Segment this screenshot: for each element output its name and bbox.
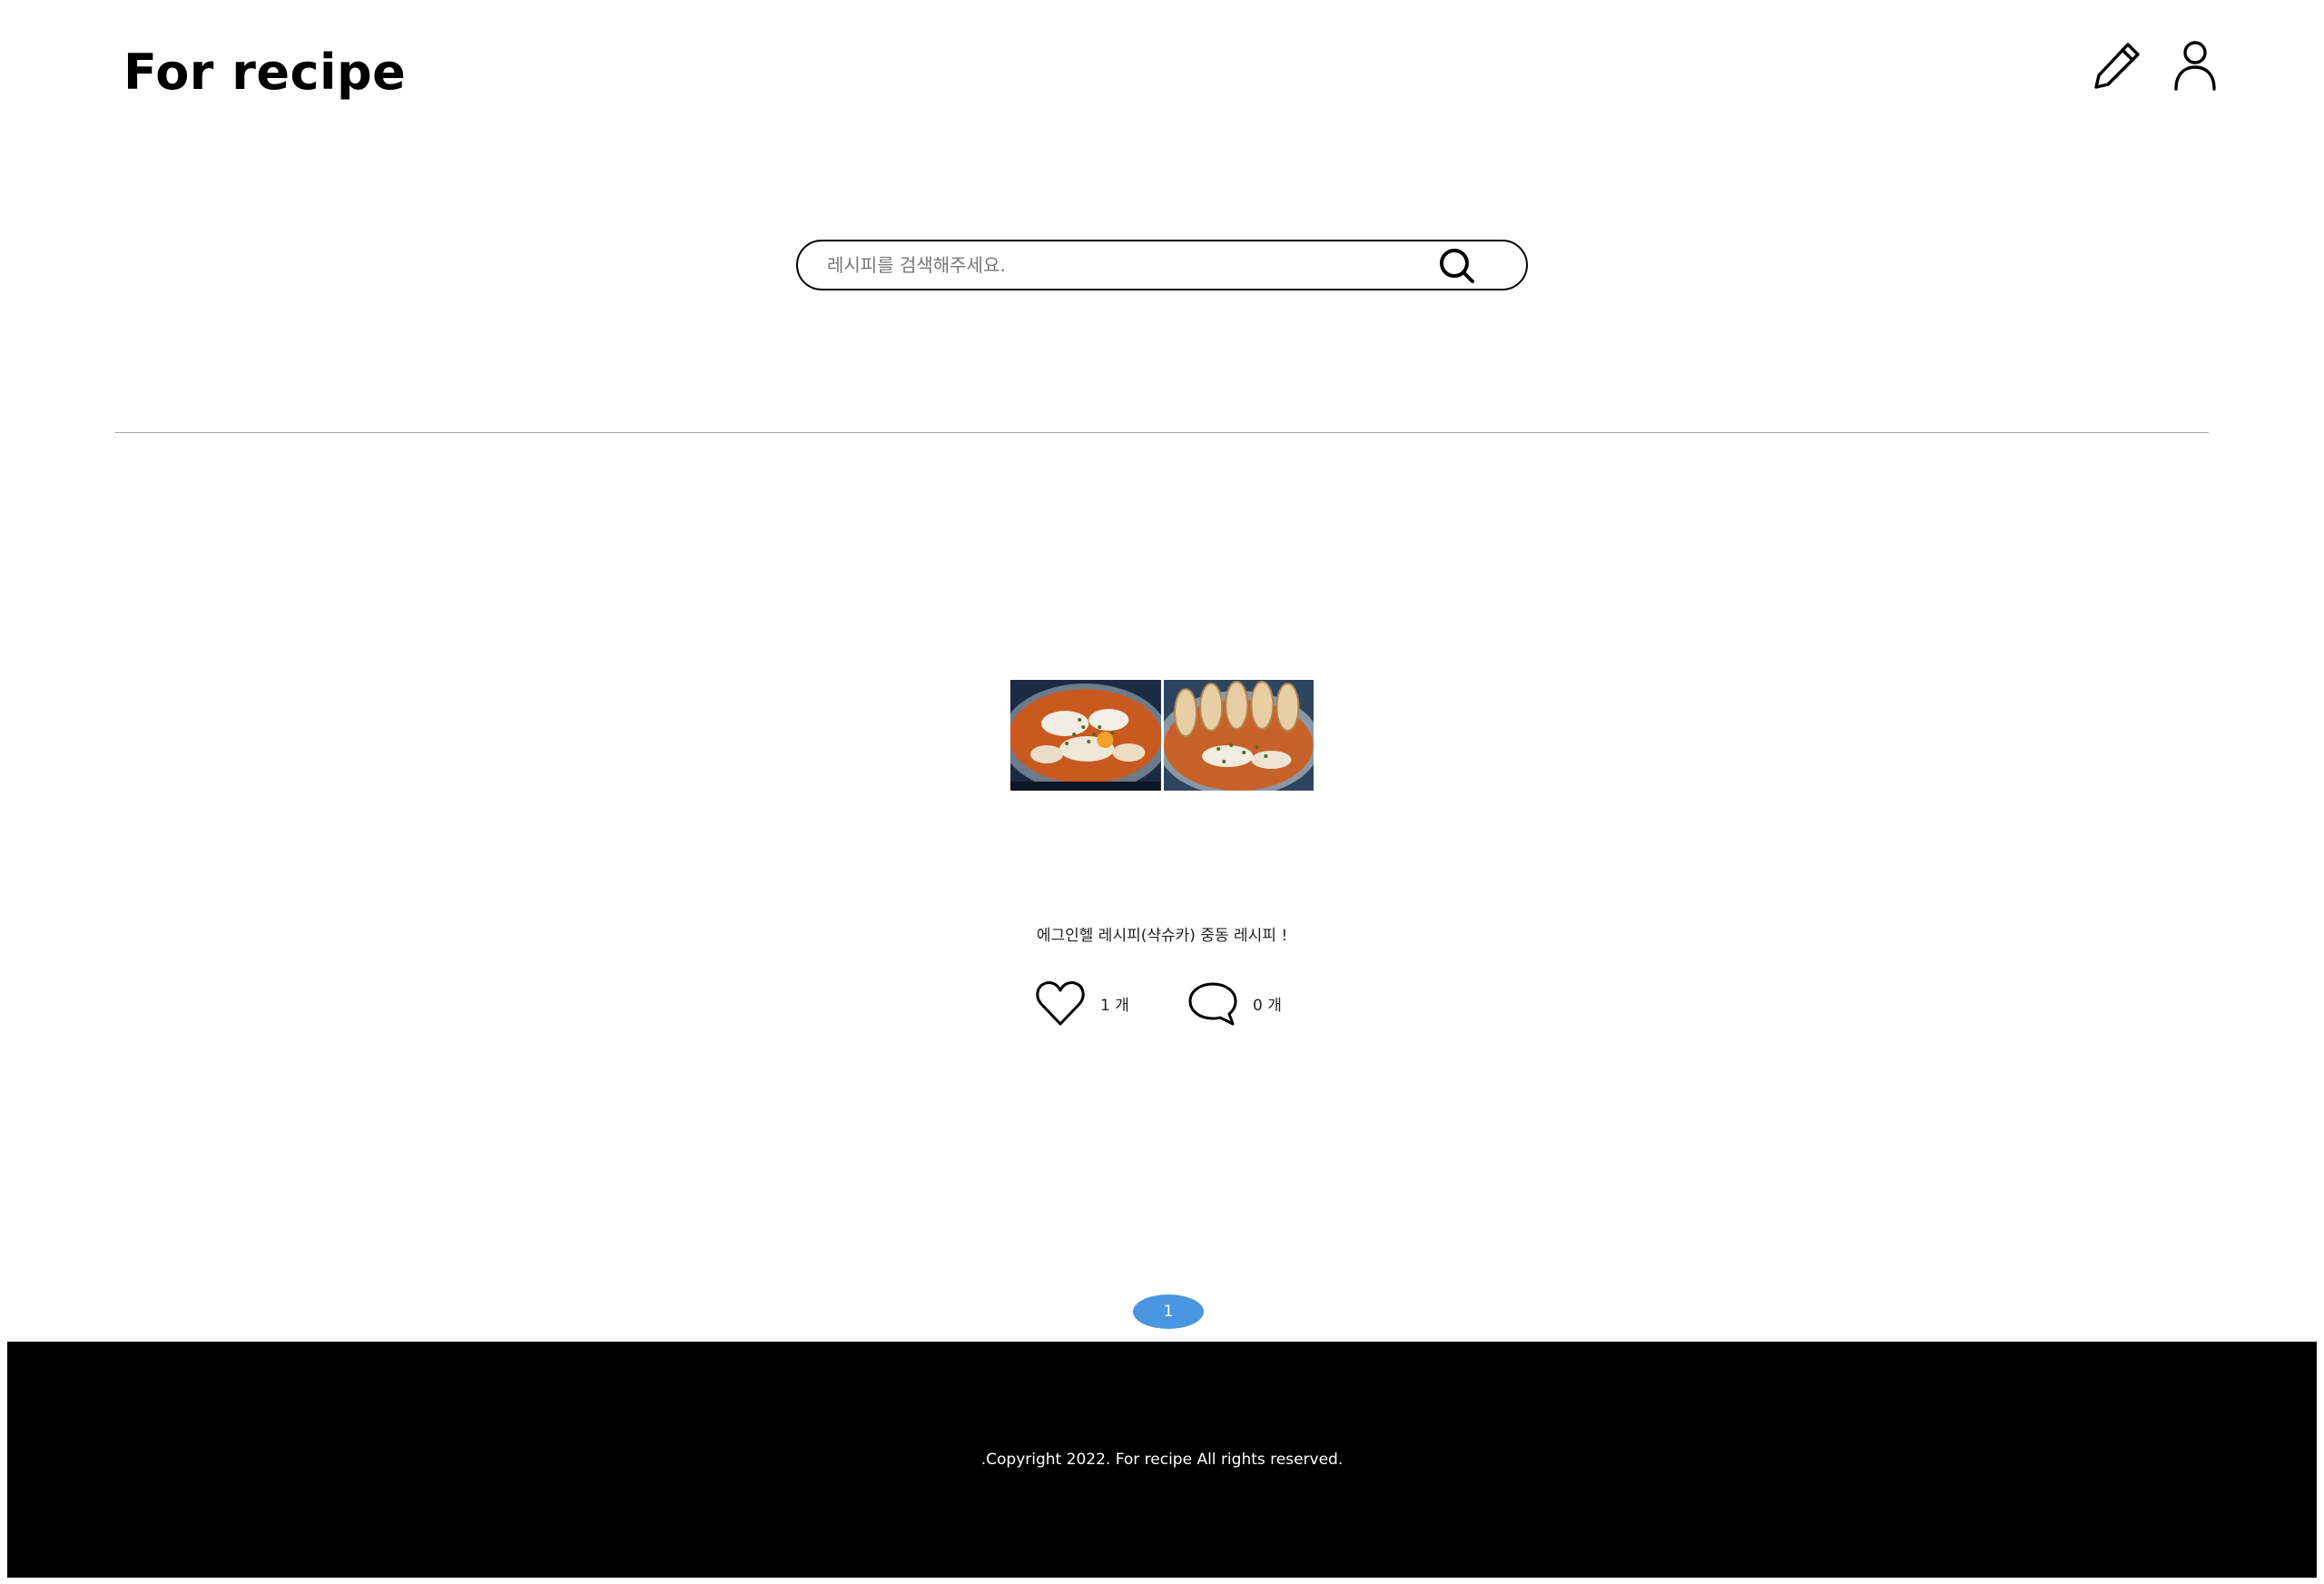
pencil-icon[interactable] xyxy=(2090,38,2144,93)
copyright-text: .Copyright 2022. For recipe All rights r… xyxy=(980,1451,1344,1469)
comment-bubble-icon[interactable] xyxy=(1187,979,1238,1028)
user-icon[interactable] xyxy=(2168,38,2222,93)
search-input[interactable] xyxy=(827,241,1408,289)
page-button-1[interactable]: 1 xyxy=(1133,1294,1204,1329)
page: For recipe 레시피를 검색해주세요. 에그인헬 레시피(샥슈카) 중동… xyxy=(0,0,2324,1584)
comment-count: 0 개 xyxy=(1253,996,1282,1015)
search-bar xyxy=(796,240,1528,290)
comment-stat: 0 개 xyxy=(1187,979,1282,1028)
egg-in-hell-photo xyxy=(1010,680,1161,791)
recipe-title[interactable]: 에그인헬 레시피(샥슈카) 중동 레시피 ! xyxy=(944,922,1380,945)
search-icon[interactable] xyxy=(1437,246,1477,286)
section-divider xyxy=(115,432,2209,433)
site-logo[interactable]: For recipe xyxy=(123,40,406,105)
heart-icon[interactable] xyxy=(1035,979,1086,1028)
footer: .Copyright 2022. For recipe All rights r… xyxy=(7,1342,2317,1578)
like-count: 1 개 xyxy=(1100,996,1129,1015)
egg-in-hell-with-baguette-photo xyxy=(1163,680,1314,791)
like-stat: 1 개 xyxy=(1035,979,1129,1028)
recipe-thumbnails[interactable] xyxy=(1010,680,1314,791)
